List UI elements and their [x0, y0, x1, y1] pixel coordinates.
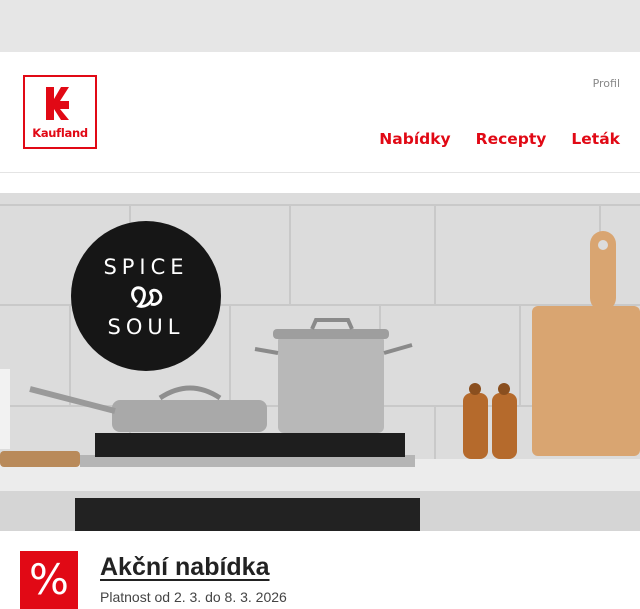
spice-soul-badge: SPICE SOUL [71, 221, 221, 371]
top-bar [0, 0, 640, 52]
offer-title-link[interactable]: Akční nabídka [100, 553, 270, 582]
logo-wordmark: Kaufland [32, 126, 88, 140]
nav-item-recepty[interactable]: Recepty [476, 130, 547, 148]
nav-item-letak[interactable]: Leták [571, 130, 620, 148]
main-nav: Nabídky Recepty Leták [379, 130, 620, 148]
site-header: Kaufland Profil Nabídky Recepty Leták [0, 52, 640, 173]
hero-banner[interactable]: SPICE SOUL [0, 193, 640, 531]
badge-line1: SPICE [103, 255, 189, 279]
profile-link[interactable]: Profil [593, 77, 620, 90]
badge-ampersand-icon [131, 286, 163, 308]
kaufland-logo[interactable]: Kaufland [23, 75, 97, 149]
kaufland-k-icon [46, 87, 69, 120]
badge-line2: SOUL [107, 315, 185, 339]
percent-icon: % [20, 551, 78, 609]
offer-validity: Platnost od 2. 3. do 8. 3. 2026 [100, 589, 287, 605]
percent-symbol: % [29, 555, 69, 604]
nav-item-nabidky[interactable]: Nabídky [379, 130, 450, 148]
